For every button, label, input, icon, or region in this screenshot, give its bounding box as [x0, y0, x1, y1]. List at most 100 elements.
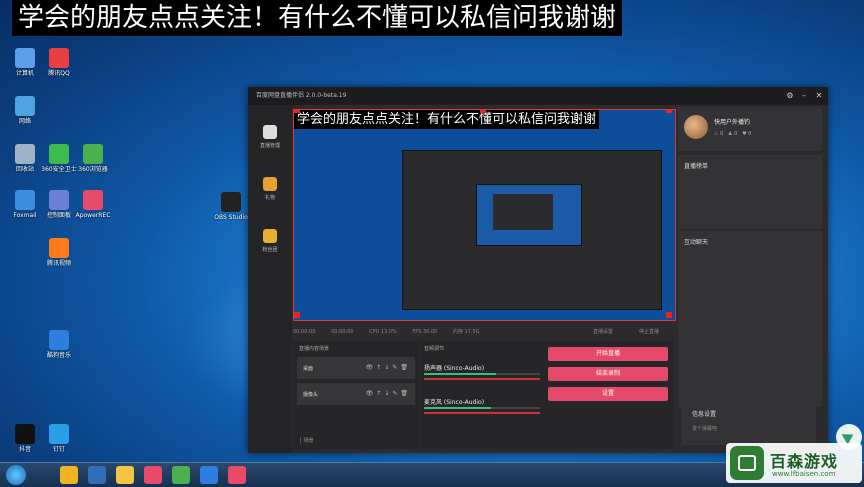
app-icon — [221, 192, 241, 212]
window-title: 百度网盘直播伴侣 2.0.0-beta.19 — [256, 92, 347, 99]
overlay-banner: 学会的朋友点点关注！有什么不懂可以私信问我谢谢 — [12, 0, 623, 36]
gift-icon — [263, 177, 277, 191]
app-icon — [83, 190, 103, 210]
app-icon — [83, 144, 103, 164]
settings-icon[interactable]: ⚙ — [784, 90, 796, 102]
avatar[interactable] — [684, 115, 708, 139]
track-name: 麦克风 (Sinco-Audio) — [424, 399, 485, 406]
add-scene-button[interactable]: │ 场景 — [299, 437, 314, 444]
resize-handle[interactable] — [666, 110, 672, 113]
watermark-title: 百森游戏 — [770, 452, 839, 471]
user-icon — [263, 125, 277, 139]
scene-actions[interactable]: 👁↑↓✎🗑 — [366, 364, 411, 371]
status-time: 00:00:00 — [293, 329, 316, 335]
sidebar: 直播管理 礼物 粉丝团 — [248, 105, 292, 453]
live-preview[interactable]: 学会的朋友点点关注！有什么不懂可以私信问我谢谢 — [293, 109, 676, 321]
volume-meter[interactable] — [424, 373, 540, 375]
stat-value: 0 — [748, 131, 752, 137]
taskbar-app-icon[interactable] — [60, 466, 78, 484]
volume-slider[interactable] — [424, 412, 540, 414]
volume-slider[interactable] — [424, 378, 540, 380]
scene-actions[interactable]: 👁↑↓✎🗑 — [366, 390, 411, 397]
close-icon[interactable]: ✕ — [813, 90, 825, 102]
minimize-icon[interactable]: – — [798, 90, 810, 102]
audio-track: 麦克风 (Sinco-Audio) — [424, 397, 542, 414]
desktop-icon-label: ApowerREC — [75, 212, 111, 219]
app-icon — [15, 144, 35, 164]
taskbar-app-icon[interactable] — [88, 466, 106, 484]
taskbar-app-icon[interactable] — [172, 466, 190, 484]
resize-handle[interactable] — [666, 312, 672, 318]
start-button[interactable] — [6, 465, 26, 485]
nested-preview-inner — [493, 194, 553, 230]
desktop: { "banner": "学会的朋友点点关注！有什么不懂可以私信问我谢谢", "… — [0, 0, 864, 487]
taskbar-app-icon[interactable] — [200, 466, 218, 484]
desktop-icon-label: 网络 — [18, 118, 31, 125]
app-icon — [15, 424, 35, 444]
app-icon — [49, 144, 69, 164]
info-subtitle: 发个弹幕吧 — [692, 426, 718, 432]
start-live-button[interactable]: 开始直播 — [548, 347, 668, 361]
scene-label: 桌面 — [303, 366, 314, 372]
stat-value: 0 — [734, 131, 738, 137]
taskbar-app-icon[interactable] — [228, 466, 246, 484]
desktop-icon[interactable]: ApowerREC — [72, 190, 114, 219]
desktop-icon[interactable]: 360浏览器 — [72, 144, 114, 173]
stop-live-link[interactable]: 停止直播 — [639, 325, 659, 339]
sidebar-item-fans[interactable]: 粉丝团 — [248, 229, 292, 253]
resize-handle[interactable] — [294, 110, 300, 113]
like-icon: ♥ — [742, 131, 747, 137]
scene-item[interactable]: 摄像头 👁↑↓✎🗑 — [297, 383, 415, 405]
profile-name: 快用户外播钓 — [714, 119, 751, 126]
sidebar-item-label: 粉丝团 — [262, 247, 278, 253]
resize-handle[interactable] — [294, 312, 300, 318]
stop-record-button[interactable]: 结束录制 — [548, 367, 668, 381]
volume-level — [424, 407, 492, 409]
status-time: 00:00:00 — [331, 329, 354, 335]
sidebar-item-label: 直播管理 — [259, 143, 280, 149]
desktop-icon[interactable]: 腾讯视频 — [38, 238, 80, 267]
scene-item[interactable]: 桌面 👁↑↓✎🗑 — [297, 357, 415, 379]
app-icon — [49, 330, 69, 350]
app-icon — [15, 96, 35, 116]
info-title: 信息设置 — [692, 411, 717, 418]
status-bar: 00:00:00 00:00:00 CPU 13.0% FPS 30.00 内存… — [293, 325, 674, 339]
panel-title: 互动聊天 — [684, 239, 709, 246]
scene-header: 直播内容场景 — [299, 346, 330, 352]
nested-preview-window — [402, 150, 662, 310]
app-icon — [15, 190, 35, 210]
live-assistant-window: 百度网盘直播伴侣 2.0.0-beta.19 ⚙ – ✕ 直播管理 礼物 粉丝团… — [248, 87, 828, 453]
live-settings-link[interactable]: 直播设置 — [593, 325, 613, 339]
info-settings[interactable]: 信息设置 发个弹幕吧 — [682, 403, 816, 445]
settings-button[interactable]: 设置 — [548, 387, 668, 401]
sidebar-item-live[interactable]: 直播管理 — [248, 125, 292, 149]
site-watermark: 百森游戏 www.lfbaisen.com — [726, 443, 862, 483]
resize-handle[interactable] — [480, 110, 486, 113]
volume-meter[interactable] — [424, 407, 540, 409]
site-logo-icon — [730, 446, 764, 480]
desktop-icon-label: OBS Studio — [214, 214, 248, 221]
preview-banner: 学会的朋友点点关注！有什么不懂可以私信问我谢谢 — [294, 110, 600, 129]
taskbar-app-icon[interactable] — [116, 466, 134, 484]
desktop-icon[interactable]: 腾讯QQ — [38, 48, 80, 77]
desktop-icon-label: 腾讯视频 — [46, 260, 71, 267]
chat-panel: 互动聊天 — [678, 231, 822, 407]
desktop-icon[interactable]: 抖音 — [4, 424, 46, 453]
desktop-icon[interactable]: 酷狗音乐 — [38, 330, 80, 359]
crown-icon — [263, 229, 277, 243]
title-bar: 百度网盘直播伴侣 2.0.0-beta.19 ⚙ – ✕ — [248, 87, 828, 105]
taskbar-app-icon[interactable] — [144, 466, 162, 484]
sidebar-item-gift[interactable]: 礼物 — [248, 177, 292, 201]
status-cpu: CPU 13.0% — [369, 329, 397, 335]
desktop-icon-label: 360浏览器 — [78, 166, 108, 173]
people-icon: ♟ — [728, 131, 733, 137]
desktop-icon[interactable]: OBS Studio — [210, 192, 252, 221]
app-icon — [49, 424, 69, 444]
scene-panel: 直播内容场景 桌面 👁↑↓✎🗑 摄像头 👁↑↓✎🗑 │ 场景 — [293, 341, 419, 449]
desktop-icon[interactable]: 网络 — [4, 96, 46, 125]
volume-level — [424, 373, 496, 375]
app-icon — [49, 48, 69, 68]
status-fps: FPS 30.00 — [412, 329, 438, 335]
desktop-icon-label: 抖音 — [18, 446, 31, 453]
panel-title: 直播榜单 — [684, 163, 709, 170]
